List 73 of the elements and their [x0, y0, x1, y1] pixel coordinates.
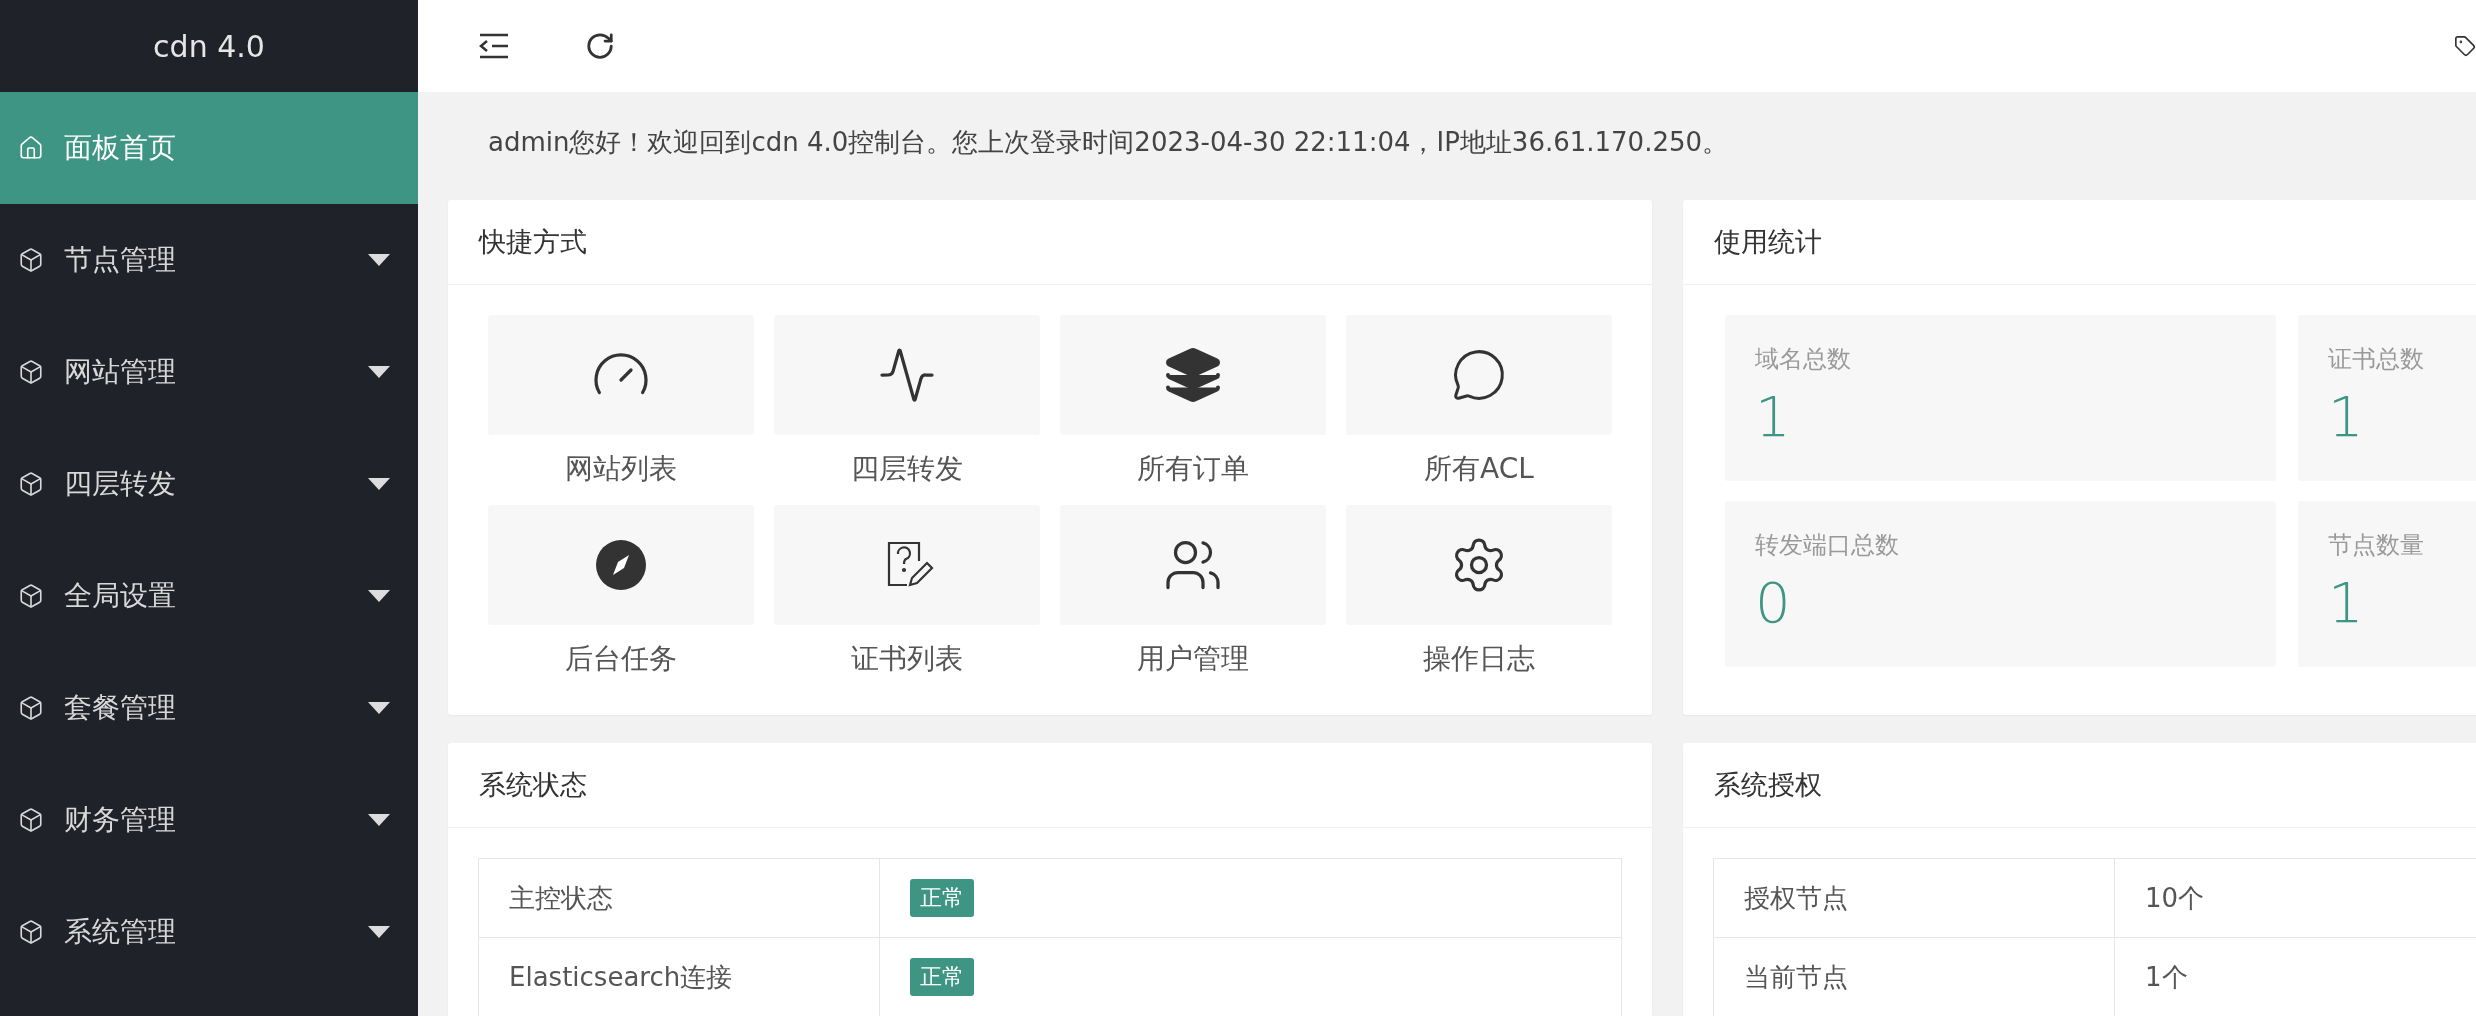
- status-badge: 正常: [910, 879, 974, 917]
- stat-label: 域名总数: [1755, 344, 1852, 375]
- sidebar-item[interactable]: 四层转发: [0, 428, 418, 540]
- sidebar-item[interactable]: 全局设置: [0, 540, 418, 652]
- sidebar-item-label: 套餐管理: [64, 690, 177, 726]
- card-title: 系统授权: [1683, 743, 2476, 828]
- caret-icon: [368, 814, 390, 826]
- caret-icon: [368, 366, 390, 378]
- caret-icon: [368, 478, 390, 490]
- table-cell-text: 当前节点: [1743, 960, 1849, 994]
- chat-bubble-icon: [1451, 347, 1507, 403]
- sidebar-item-label: 财务管理: [64, 802, 177, 838]
- shortcut-label[interactable]: 所有订单: [1137, 435, 1249, 503]
- shortcut-tile[interactable]: [1346, 505, 1612, 625]
- shortcut-label[interactable]: 后台任务: [565, 625, 677, 693]
- home-icon: [18, 135, 44, 161]
- shortcut-tile[interactable]: [1346, 315, 1612, 435]
- card-title: 系统状态: [448, 743, 1652, 828]
- shortcut-label[interactable]: 所有ACL: [1424, 435, 1534, 503]
- sidebar-item[interactable]: 面板首页: [0, 92, 418, 204]
- sidebar-item-label: 面板首页: [64, 130, 177, 166]
- status-badge: 正常: [910, 958, 974, 996]
- shortcut-label[interactable]: 操作日志: [1423, 625, 1535, 693]
- sidebar-item[interactable]: 网站管理: [0, 316, 418, 428]
- table-cell-text: 授权节点: [1743, 881, 1849, 915]
- cell-value: 1个: [2145, 960, 2188, 994]
- stat-value: 1: [2328, 569, 2365, 637]
- caret-icon: [368, 702, 390, 714]
- stat-label: 证书总数: [2328, 344, 2425, 375]
- sidebar-item-label: 系统管理: [64, 914, 177, 950]
- shortcut-tile[interactable]: [774, 505, 1040, 625]
- sidebar-item[interactable]: 节点管理: [0, 204, 418, 316]
- cube-icon: [18, 807, 44, 833]
- refresh-button[interactable]: [585, 31, 615, 61]
- collapse-menu-button[interactable]: [478, 33, 510, 59]
- cell-value: 10个: [2145, 881, 2205, 915]
- card-title: 使用统计: [1683, 200, 2476, 285]
- shortcut-label[interactable]: 网站列表: [565, 435, 677, 503]
- stat-value: 1: [1755, 383, 1792, 451]
- sidebar-item[interactable]: 套餐管理: [0, 652, 418, 764]
- cube-icon: [18, 471, 44, 497]
- cube-icon: [18, 583, 44, 609]
- sidebar-item-label: 网站管理: [64, 354, 177, 390]
- sidebar-item-label: 全局设置: [64, 578, 177, 614]
- shortcut-tile[interactable]: [1060, 505, 1326, 625]
- cube-icon: [18, 695, 44, 721]
- table-cell-text: Elasticsearch连接: [508, 960, 734, 994]
- sidebar-item-label: 节点管理: [64, 242, 177, 278]
- caret-icon: [368, 926, 390, 938]
- shortcut-label[interactable]: 用户管理: [1137, 625, 1249, 693]
- shortcut-tile[interactable]: [1060, 315, 1326, 435]
- caret-icon: [368, 590, 390, 602]
- layers-icon: [1163, 345, 1223, 405]
- cube-icon: [18, 359, 44, 385]
- welcome-message: admin您好！欢迎回到cdn 4.0控制台。您上次登录时间2023-04-30 22:11:04，IP地址36.61.170.250。: [487, 125, 1730, 159]
- shortcut-label[interactable]: 证书列表: [851, 625, 963, 693]
- sidebar-item[interactable]: 财务管理: [0, 764, 418, 876]
- sidebar-item[interactable]: 系统管理: [0, 876, 418, 988]
- card-title: 快捷方式: [448, 200, 1652, 285]
- stat-value: 0: [1755, 569, 1792, 637]
- cube-icon: [18, 247, 44, 273]
- stat-label: 节点数量: [2328, 530, 2425, 561]
- shortcut-label[interactable]: 四层转发: [851, 435, 963, 503]
- shortcut-tile[interactable]: [488, 505, 754, 625]
- cube-icon: [18, 919, 44, 945]
- sidebar-item-label: 四层转发: [64, 466, 177, 502]
- caret-icon: [368, 254, 390, 266]
- table-cell-text: 主控状态: [508, 881, 614, 915]
- shortcut-tile[interactable]: [774, 315, 1040, 435]
- theme-button[interactable]: [2454, 35, 2476, 57]
- stat-label: 转发端口总数: [1755, 530, 1900, 561]
- stat-value: 1: [2328, 383, 2365, 451]
- shortcut-tile[interactable]: [488, 315, 754, 435]
